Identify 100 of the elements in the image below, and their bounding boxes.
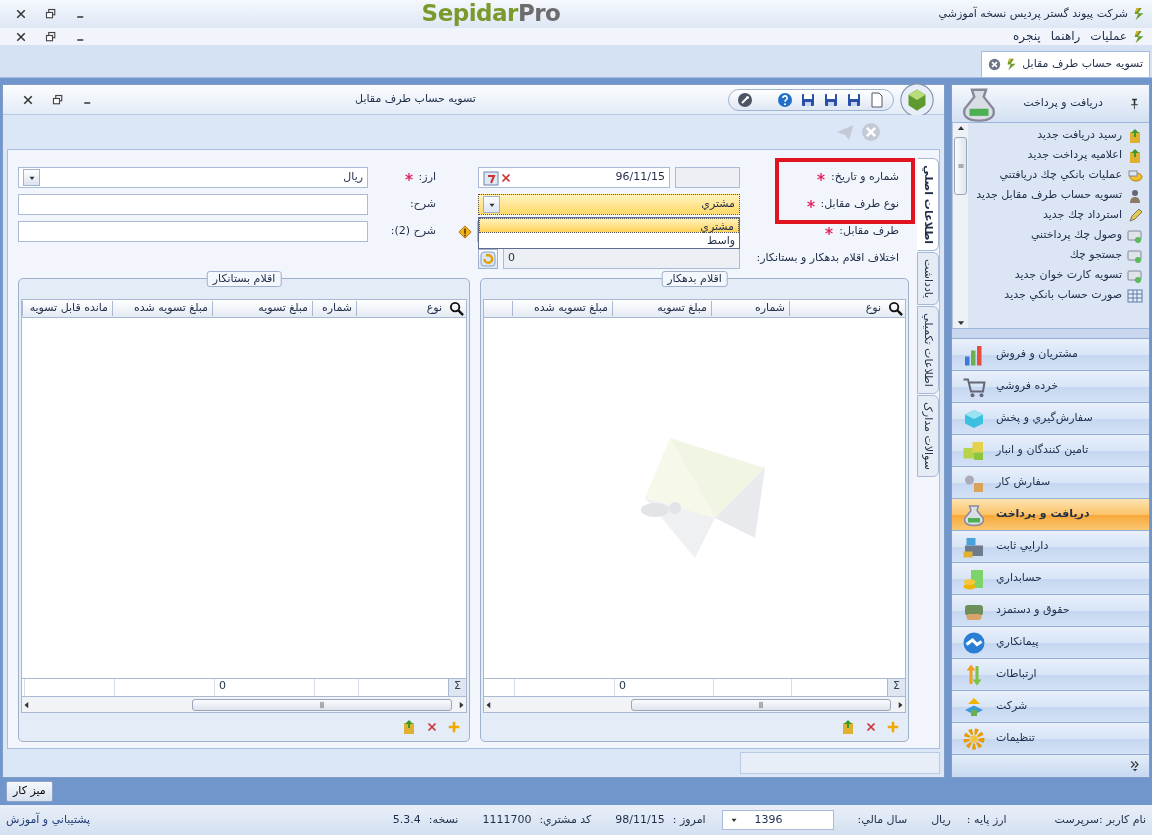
side-tab[interactable]: اطلاعات تکمیلي (917, 306, 939, 395)
folder-icon[interactable] (840, 719, 856, 735)
menu-item[interactable]: راهنما (1045, 28, 1086, 45)
delete-icon[interactable] (425, 720, 439, 734)
column-header[interactable]: نوع (356, 301, 446, 316)
restore-icon[interactable] (52, 93, 64, 106)
app-logo: SepidarPro (420, 0, 562, 29)
user-name: نام کاربر :سرپرست (1054, 812, 1146, 828)
document-tab[interactable]: تسویه حساب طرف مقابل (981, 51, 1150, 77)
module-button[interactable]: خرده فروشي (952, 370, 1149, 402)
column-header[interactable]: مبلغ تسویه (612, 301, 711, 316)
text-field[interactable] (18, 194, 368, 215)
task-link[interactable]: جستجو چك (972, 247, 1143, 267)
group-title: اقلام بدهکار (661, 271, 728, 288)
gear-icon (962, 726, 986, 751)
scrollbar-thumb[interactable] (954, 137, 967, 195)
module-button[interactable]: شرکت (952, 690, 1149, 722)
base-currency-value: ریال (931, 812, 951, 828)
module-button[interactable]: حسابداري (952, 562, 1149, 594)
support-link[interactable]: پشتیباني و آموزش (6, 812, 91, 828)
delete-icon[interactable] (864, 720, 878, 734)
task-link[interactable]: رسید دریافت جدید (972, 127, 1143, 147)
column-header[interactable]: مانده قابل تسویه (22, 301, 112, 316)
scrollbar-thumb[interactable] (192, 698, 452, 711)
folder-icon[interactable] (401, 719, 417, 735)
restore-icon[interactable] (45, 30, 57, 43)
fiscal-year-label: سال مالي: (857, 812, 908, 828)
number-field[interactable] (675, 167, 740, 188)
module-button[interactable]: تامین کنندگان و انبار (952, 434, 1149, 466)
pin-icon[interactable] (1128, 97, 1141, 110)
task-link[interactable]: وصول چك پرداختني (972, 227, 1143, 247)
taskbar-button[interactable]: میز کار (6, 781, 53, 802)
field-label: ارز: (418, 170, 436, 185)
card-icon (1127, 248, 1143, 264)
column-header[interactable]: مبلغ تسویه شده (112, 301, 212, 316)
dropdown-option[interactable]: واسط (479, 233, 739, 248)
task-link[interactable]: تسویه کارت خوان جدید (972, 267, 1143, 287)
search-icon[interactable] (887, 301, 903, 316)
module-button[interactable]: مشتریان و فروش (952, 338, 1149, 370)
required-icon (806, 200, 815, 209)
task-link[interactable]: عملیات بانکي چك دریافتني (972, 167, 1143, 187)
combo-box[interactable]: ریال (18, 167, 368, 188)
total-value: 0 (219, 679, 226, 692)
chevron-icon[interactable] (1129, 760, 1141, 772)
card-icon (1127, 228, 1143, 244)
task-link[interactable]: صورت حساب بانکي جدید (972, 287, 1143, 307)
menu-item[interactable]: پنجره (1008, 28, 1046, 45)
module-button[interactable]: دریافت و پرداخت (952, 498, 1149, 530)
scrollbar-thumb[interactable] (631, 698, 891, 711)
combo-box[interactable]: مشتري (478, 194, 740, 215)
column-header[interactable]: شماره (711, 301, 789, 316)
app-icon (1132, 7, 1146, 21)
task-link[interactable]: استرداد چك جدید (972, 207, 1143, 227)
module-button[interactable]: دارایي ثابت (952, 530, 1149, 562)
version-value: 5.3.4 (392, 812, 421, 828)
column-header[interactable]: مبلغ تسویه (212, 301, 312, 316)
field-label: طرف مقابل: (839, 224, 899, 239)
close-icon[interactable] (22, 93, 34, 106)
date-field[interactable]: 96/11/15 (478, 167, 670, 188)
module-button[interactable]: تنظیمات (952, 722, 1149, 754)
required-icon (817, 173, 826, 182)
module-button[interactable]: پیمانکاري (952, 626, 1149, 658)
version-label: نسخه: (428, 812, 459, 828)
today-value: 98/11/15 (615, 812, 665, 828)
help-icon[interactable] (777, 91, 793, 108)
menu-item[interactable]: عملیات (1085, 28, 1132, 45)
scrollbar[interactable] (952, 123, 968, 328)
cube-logo-icon (900, 82, 934, 117)
module-button[interactable]: سفارش‌گیري و پخش (952, 402, 1149, 434)
task-link[interactable]: اعلامیه پرداخت جدید (972, 147, 1143, 167)
module-button[interactable]: ارتباطات (952, 658, 1149, 690)
refresh-button[interactable] (478, 248, 498, 269)
dropdown-button[interactable] (483, 196, 500, 213)
side-tab[interactable]: اطلاعات اصلي (917, 158, 939, 252)
task-link[interactable]: تسویه حساب طرف مقابل جدید (972, 187, 1143, 207)
close-icon[interactable] (15, 8, 27, 20)
calendar-icon[interactable] (483, 169, 499, 186)
dropdown-button[interactable] (23, 169, 40, 186)
card-icon (1127, 268, 1143, 284)
dropdown-option[interactable]: مشتري (479, 218, 739, 233)
required-icon (825, 227, 834, 236)
fiscal-year-combo[interactable]: 1396 (721, 810, 834, 830)
search-icon[interactable] (448, 301, 464, 316)
restore-icon[interactable] (45, 8, 57, 20)
module-button[interactable]: حقوق و دستمزد (952, 594, 1149, 626)
document-icon[interactable] (869, 91, 885, 108)
column-header[interactable]: مبلغ تسویه شده (512, 301, 612, 316)
side-tab[interactable]: سوالات مدارک (917, 395, 939, 478)
total-value: 0 (619, 679, 626, 692)
column-header[interactable]: شماره (312, 301, 356, 316)
field-label: شماره و تاریخ: (831, 170, 899, 185)
wrench-icon[interactable] (737, 91, 753, 108)
coin-icon (1127, 168, 1143, 184)
close-icon[interactable] (15, 30, 27, 43)
text-field[interactable] (18, 221, 368, 242)
side-tab[interactable]: يادداشت (917, 252, 939, 306)
module-button[interactable]: سفارش کار (952, 466, 1149, 498)
today-label: امروز : (672, 812, 706, 828)
field-label: اختلاف اقلام بدهکار و بستانکار: (756, 251, 899, 266)
column-header[interactable]: نوع (789, 301, 885, 316)
